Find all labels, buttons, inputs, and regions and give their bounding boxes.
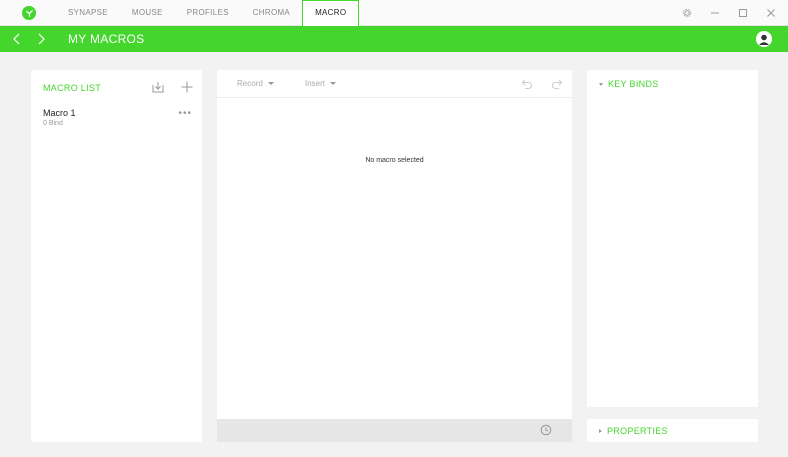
import-icon[interactable] [152, 81, 164, 93]
back-arrow-icon[interactable] [12, 33, 22, 45]
key-binds-panel: KEY BINDS [587, 70, 758, 407]
redo-icon[interactable] [551, 78, 563, 90]
tab-chroma[interactable]: CHROMA [241, 0, 302, 26]
record-label: Record [237, 79, 263, 88]
macro-name: Macro 1 [43, 108, 76, 118]
chevron-down-icon [599, 82, 603, 86]
minimize-icon[interactable] [710, 8, 720, 18]
chevron-right-icon [599, 429, 602, 433]
close-icon[interactable] [766, 8, 776, 18]
settings-icon[interactable] [682, 8, 692, 18]
key-binds-header[interactable]: KEY BINDS [599, 79, 659, 89]
insert-label: Insert [305, 79, 326, 88]
tab-synapse[interactable]: SYNAPSE [56, 0, 120, 26]
clock-icon[interactable] [540, 424, 552, 436]
chevron-down-icon [267, 82, 274, 85]
tab-macro[interactable]: MACRO [302, 0, 360, 26]
macro-list-panel: MACRO LIST Macro 1 0 Bind ••• [31, 70, 202, 442]
chevron-down-icon [330, 82, 337, 85]
macro-editor-panel: Record Insert No macro selected [217, 70, 572, 442]
properties-header[interactable]: PROPERTIES [599, 426, 668, 436]
tab-mouse[interactable]: MOUSE [120, 0, 175, 26]
page-header: MY MACROS [0, 26, 788, 52]
title-bar: SYNAPSE MOUSE PROFILES CHROMA MACRO [0, 0, 788, 26]
add-icon[interactable] [181, 81, 193, 93]
forward-arrow-icon[interactable] [36, 33, 46, 45]
window-controls [682, 0, 776, 26]
razer-logo-icon[interactable] [22, 6, 36, 20]
empty-state-message: No macro selected [365, 157, 424, 164]
key-binds-title: KEY BINDS [608, 79, 659, 89]
undo-icon[interactable] [521, 78, 533, 90]
nav-arrows [12, 26, 46, 52]
tab-profiles[interactable]: PROFILES [175, 0, 241, 26]
maximize-icon[interactable] [738, 8, 748, 18]
editor-footer [217, 419, 572, 442]
macro-list-title: MACRO LIST [43, 83, 102, 93]
macro-bind-count: 0 Bind [43, 120, 63, 127]
record-dropdown[interactable]: Record [237, 79, 274, 88]
user-avatar-icon[interactable] [756, 31, 772, 47]
page-title: MY MACROS [68, 32, 145, 46]
main-tabs: SYNAPSE MOUSE PROFILES CHROMA MACRO [56, 0, 360, 26]
properties-title: PROPERTIES [607, 426, 668, 436]
editor-toolbar: Record Insert [217, 70, 572, 98]
more-options-icon[interactable]: ••• [178, 108, 192, 119]
list-item[interactable]: Macro 1 0 Bind ••• [31, 103, 202, 133]
insert-dropdown[interactable]: Insert [305, 79, 337, 88]
properties-panel: PROPERTIES [587, 419, 758, 442]
